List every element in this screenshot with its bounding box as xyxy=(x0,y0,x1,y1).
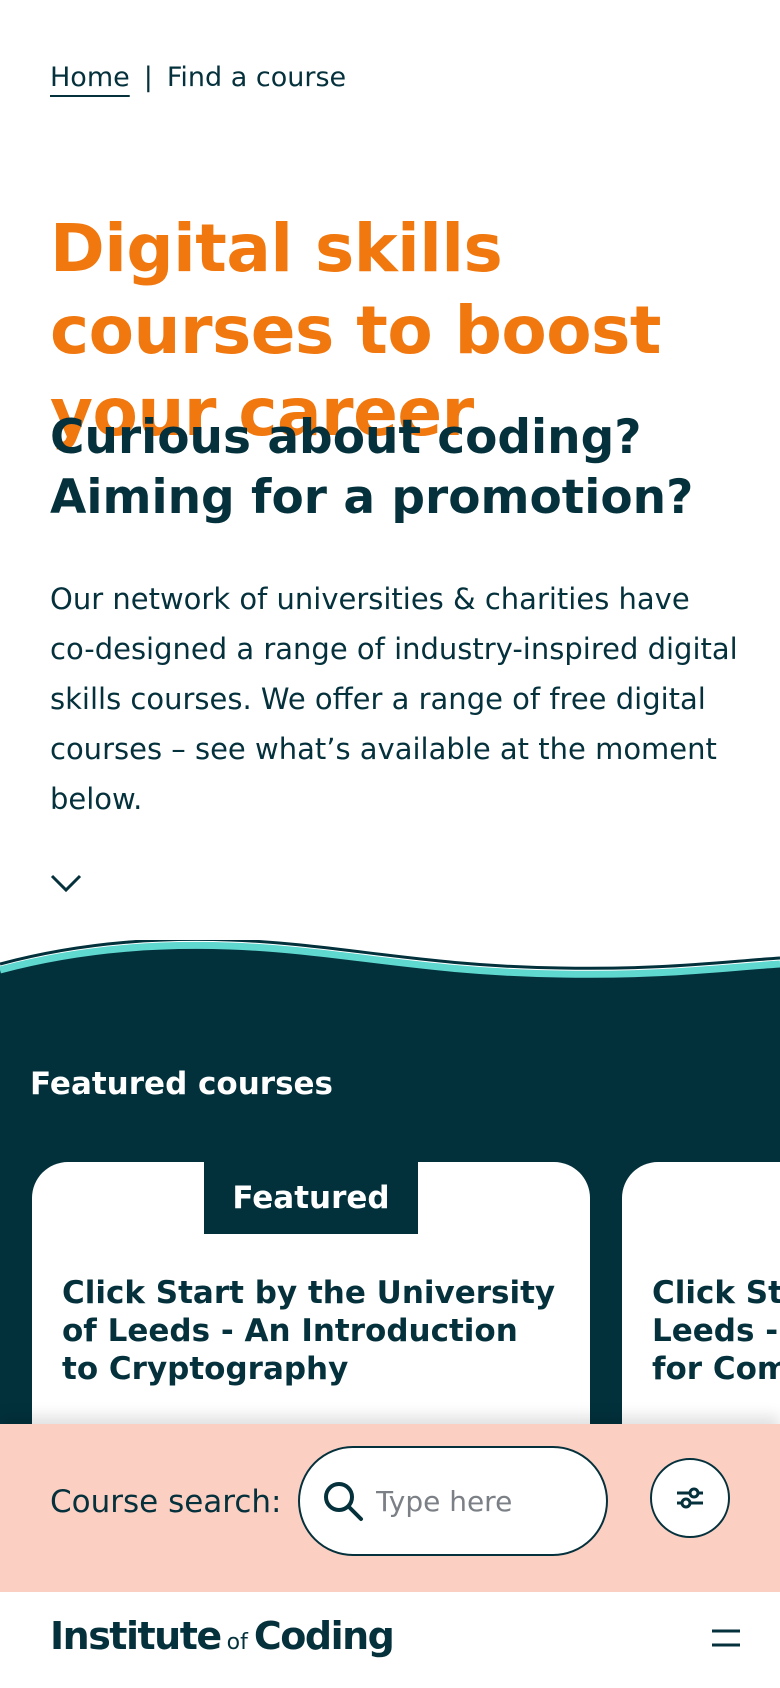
breadcrumb: Home | Find a course xyxy=(50,62,346,93)
hero-subtitle: Curious about coding? Aiming for a promo… xyxy=(50,408,750,528)
chevron-down-icon[interactable] xyxy=(50,872,82,894)
course-card-title[interactable]: Click Start by the University of Leeds -… xyxy=(62,1274,562,1388)
filter-button[interactable] xyxy=(650,1458,730,1538)
featured-courses-section: Featured courses Featured Click Start by… xyxy=(0,1000,780,1424)
search-input[interactable] xyxy=(376,1484,596,1518)
logo-text-institute: Institute xyxy=(50,1614,222,1658)
course-card[interactable]: Click Start by the University of Leeds -… xyxy=(622,1162,780,1424)
breadcrumb-separator: | xyxy=(143,62,153,93)
menu-icon[interactable] xyxy=(712,1628,740,1648)
course-card-title-line-1: Click Start by the University of xyxy=(652,1275,780,1311)
featured-badge: Featured xyxy=(204,1162,418,1234)
hero-subtitle-line-2: Aiming for a promotion? xyxy=(50,470,694,525)
filter-sliders-icon xyxy=(677,1487,703,1509)
institute-of-coding-logo[interactable]: Institute of Coding xyxy=(50,1614,395,1658)
course-search-label: Course search: xyxy=(50,1484,282,1520)
course-card-title-line-2: Leeds - An Introduction to Python xyxy=(652,1313,780,1349)
site-footer-bar: Institute of Coding xyxy=(0,1592,780,1688)
course-card[interactable]: Featured Click Start by the University o… xyxy=(32,1162,590,1424)
featured-courses-heading: Featured courses xyxy=(30,1066,334,1102)
course-card-title[interactable]: Click Start by the University of Leeds -… xyxy=(652,1274,780,1388)
hero-description: Our network of universities & charities … xyxy=(50,582,738,816)
search-field[interactable] xyxy=(298,1446,608,1556)
search-icon xyxy=(324,1482,363,1521)
breadcrumb-home-link[interactable]: Home xyxy=(50,62,130,93)
course-card-title-line-3: for Computing xyxy=(652,1351,780,1387)
breadcrumb-current: Find a course xyxy=(166,62,347,93)
hero-subtitle-line-1: Curious about coding? xyxy=(50,410,642,465)
course-search-bar: Course search: xyxy=(0,1424,780,1592)
logo-text-of: of xyxy=(226,1630,248,1655)
logo-text-coding: Coding xyxy=(253,1614,395,1658)
